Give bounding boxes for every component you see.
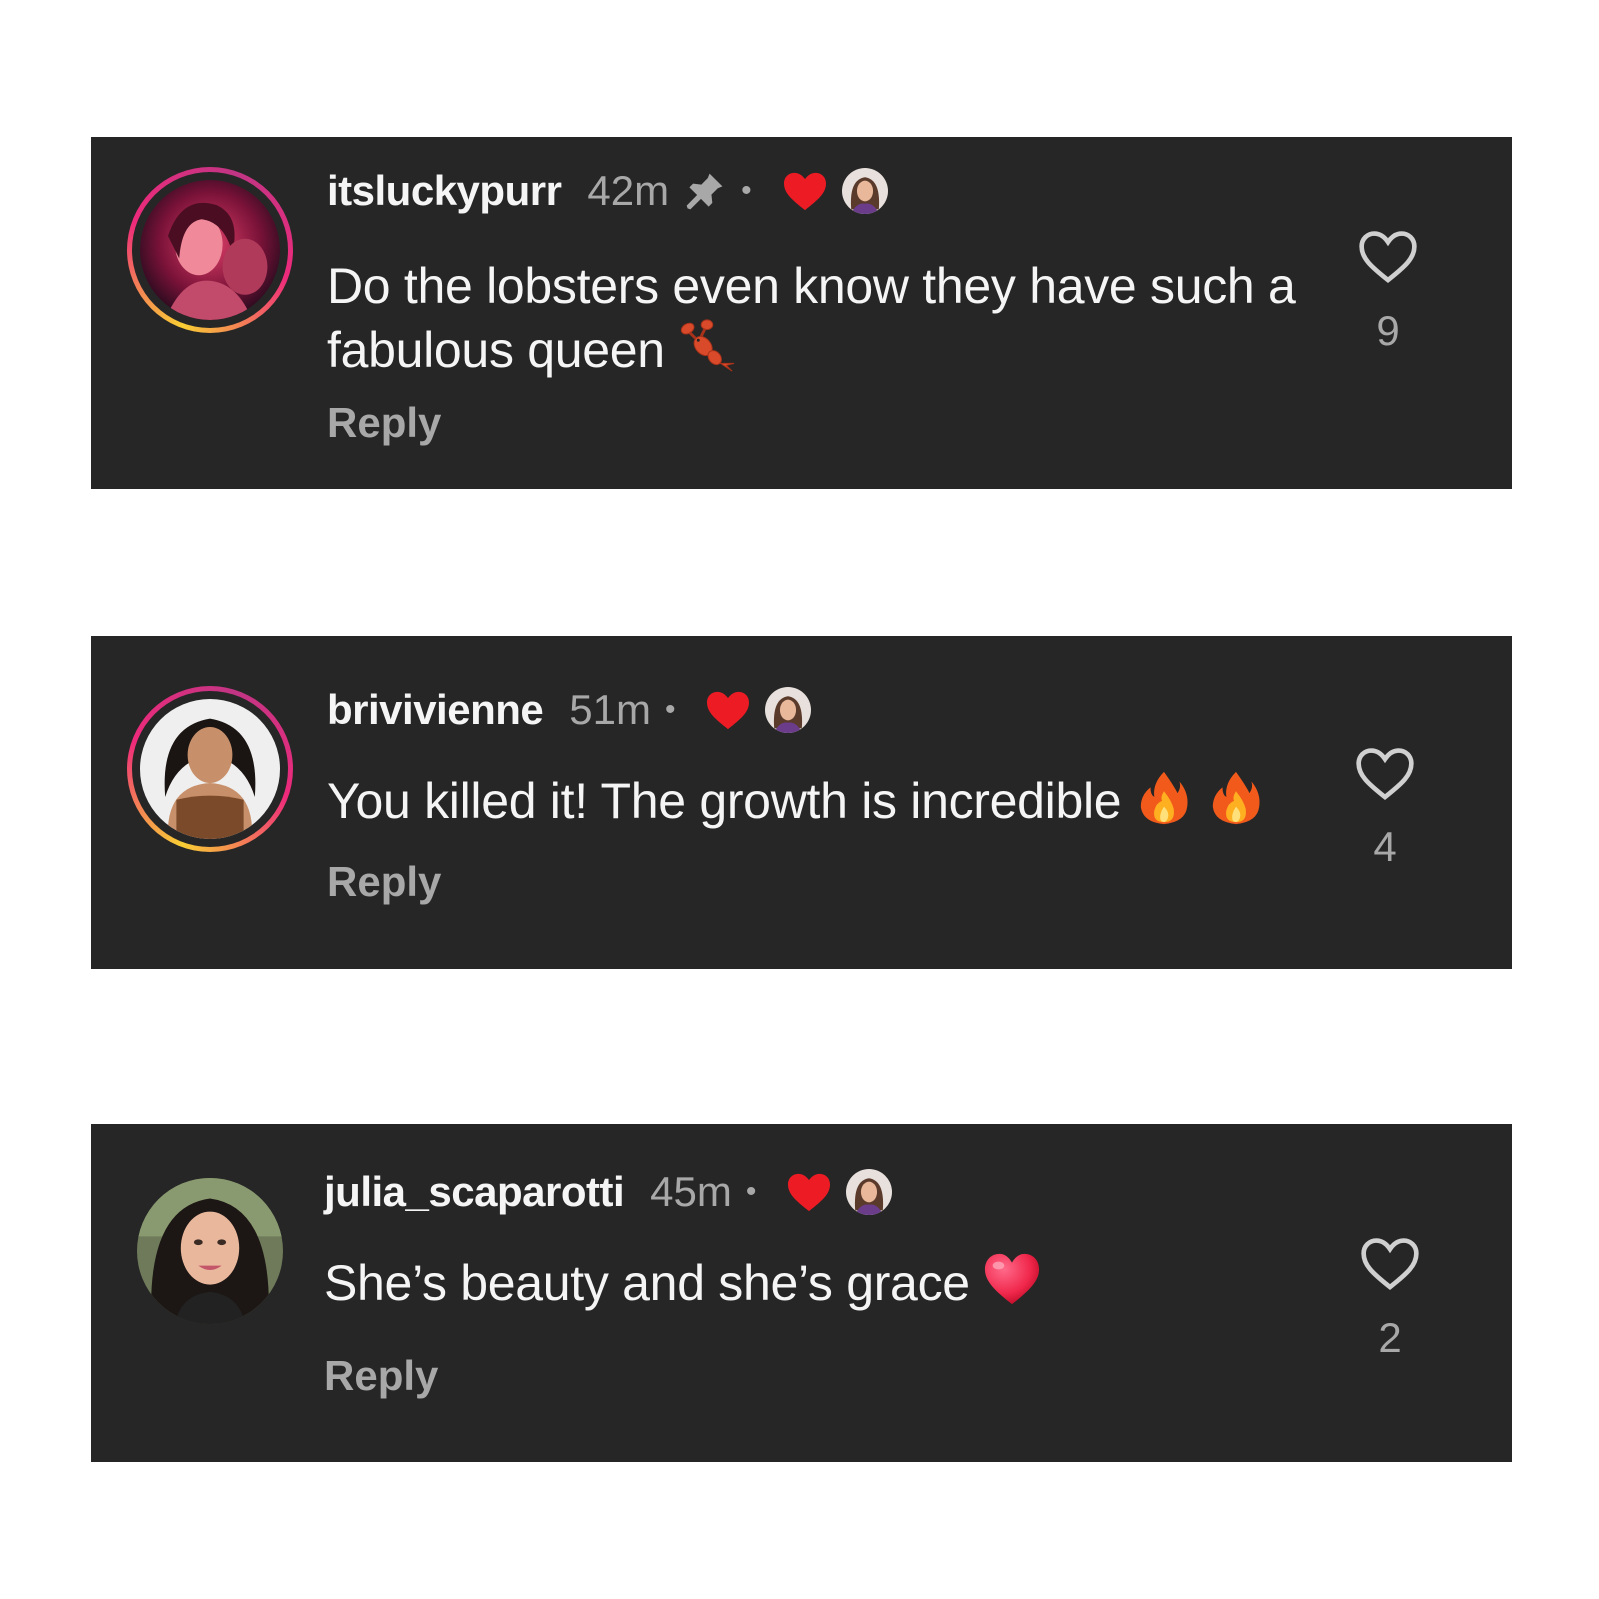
creator-avatar	[846, 1169, 893, 1215]
avatar[interactable]	[127, 686, 293, 852]
profile-photo	[140, 180, 280, 320]
reply-button[interactable]: Reply	[327, 858, 441, 906]
comment-text: You killed it! The growth is incredible	[327, 773, 1122, 829]
comment-header: itsluckypurr 42m •	[327, 167, 888, 215]
heart-emoji-icon	[983, 1250, 1041, 1308]
separator-dot: •	[745, 1175, 757, 1208]
username[interactable]: itsluckypurr	[327, 167, 562, 215]
comment-body: You killed it! The growth is incredible	[327, 768, 1367, 832]
comment-item: brivivienne 51m • You killed it! The gro…	[91, 636, 1512, 969]
username[interactable]: brivivienne	[327, 686, 544, 734]
lobster-emoji-icon	[678, 317, 736, 375]
comment-header: julia_scaparotti 45m •	[324, 1168, 893, 1216]
creator-liked-heart-icon	[782, 170, 828, 212]
fire-emoji-icon	[1207, 768, 1265, 826]
profile-photo	[137, 1178, 283, 1324]
comment-body: She’s beauty and she’s grace	[324, 1250, 1334, 1314]
reply-button[interactable]: Reply	[324, 1352, 438, 1400]
separator-dot: •	[664, 693, 676, 726]
fire-emoji-icon	[1135, 768, 1193, 826]
comment-item: itsluckypurr 42m • Do the lobsters even …	[91, 137, 1512, 489]
timestamp: 45m	[650, 1168, 732, 1215]
comment-header: brivivienne 51m •	[327, 686, 812, 734]
creator-liked-heart-icon	[786, 1171, 832, 1213]
creator-liked-heart-icon	[705, 689, 751, 731]
like-count: 4	[1373, 823, 1397, 870]
comment-item: julia_scaparotti 45m • She’s beauty and …	[91, 1124, 1512, 1462]
avatar[interactable]	[127, 167, 293, 333]
comments-list: itsluckypurr 42m • Do the lobsters even …	[0, 0, 1599, 1599]
comment-text: Do the lobsters even know they have such…	[327, 258, 1296, 378]
like-heart-icon[interactable]	[1357, 227, 1419, 285]
profile-photo	[140, 699, 280, 839]
comment-body: Do the lobsters even know they have such…	[327, 255, 1337, 381]
creator-avatar	[765, 687, 812, 733]
pin-icon	[683, 169, 727, 213]
username[interactable]: julia_scaparotti	[324, 1168, 625, 1216]
avatar[interactable]	[127, 1168, 293, 1334]
like-heart-icon[interactable]	[1359, 1234, 1421, 1292]
like-count: 9	[1376, 307, 1400, 354]
timestamp: 51m	[569, 686, 651, 733]
like-count: 2	[1378, 1314, 1402, 1361]
reply-button[interactable]: Reply	[327, 399, 441, 447]
like-heart-icon[interactable]	[1354, 744, 1416, 802]
comment-text: She’s beauty and she’s grace	[324, 1255, 970, 1311]
separator-dot: •	[741, 174, 752, 207]
timestamp: 42m	[587, 167, 670, 214]
creator-avatar	[841, 168, 888, 214]
